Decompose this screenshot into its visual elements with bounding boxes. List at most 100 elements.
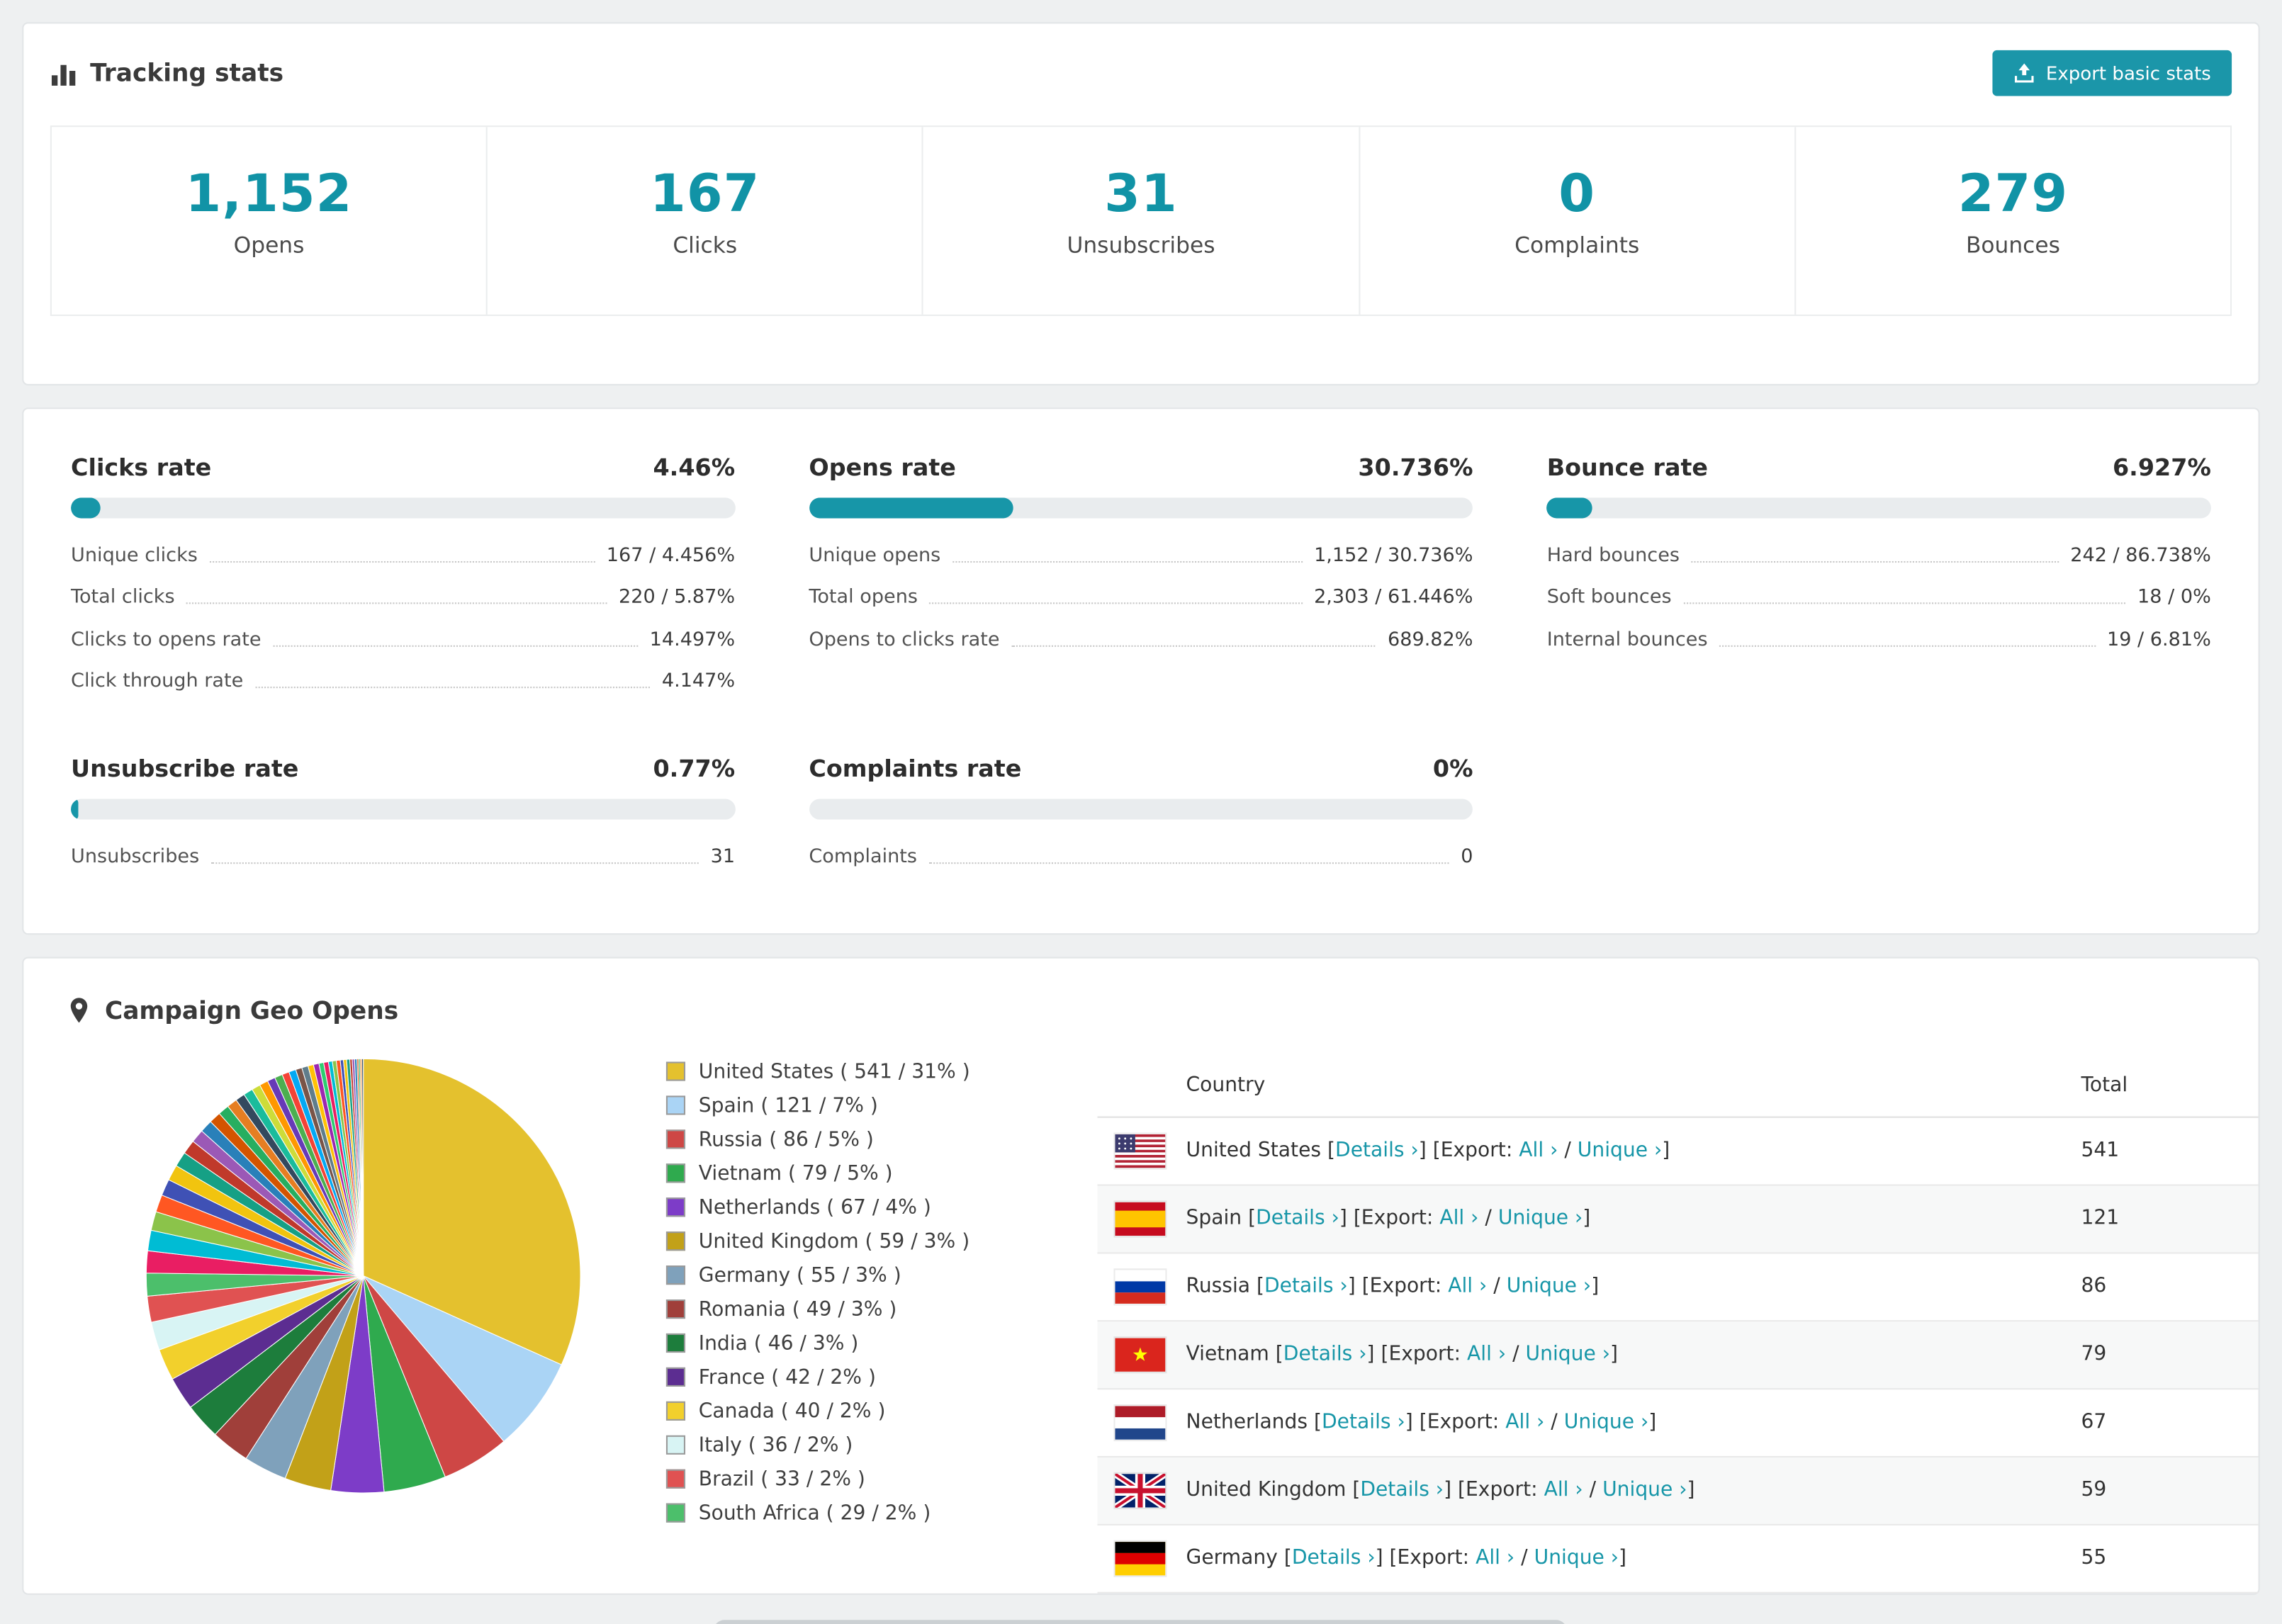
details-link[interactable]: Details › — [1335, 1139, 1419, 1162]
rate-row-label: Unique opens — [809, 543, 941, 567]
dotted-leader — [1691, 560, 2059, 563]
stat-bounces: 279 Bounces — [1796, 127, 2230, 315]
details-link[interactable]: Details › — [1256, 1207, 1339, 1230]
bracket: [ — [1327, 1138, 1336, 1163]
country-name: Spain — [1186, 1206, 1242, 1231]
bracket: ] — [1609, 1342, 1619, 1366]
rate-row: Soft bounces 18 / 0% — [1547, 575, 2211, 617]
dotted-leader — [929, 602, 1303, 604]
details-link[interactable]: Details › — [1283, 1342, 1367, 1365]
bracket: [ — [1256, 1274, 1264, 1298]
bracket: ] — [1339, 1206, 1347, 1231]
horizontal-scrollbar-thumb[interactable] — [713, 1620, 1568, 1624]
rate-row-label: Clicks to opens rate — [71, 628, 262, 651]
legend-label: South Africa ( 29 / 2% ) — [698, 1501, 931, 1525]
export-all-link[interactable]: All › — [1505, 1410, 1544, 1433]
export-all-link[interactable]: All › — [1544, 1478, 1583, 1501]
legend-swatch — [665, 1163, 686, 1183]
rate-row: Hard bounces 242 / 86.738% — [1547, 533, 2211, 575]
dotted-leader — [273, 644, 638, 646]
table-row: Spain [Details ›] [Export: All › / Uniqu… — [1097, 1185, 2259, 1253]
export-unique-link[interactable]: Unique › — [1534, 1546, 1619, 1569]
page: Tracking stats Export basic stats 1,152 O… — [0, 0, 2282, 1624]
export-unique-link[interactable]: Unique › — [1578, 1139, 1662, 1162]
export-unique-link[interactable]: Unique › — [1526, 1342, 1610, 1365]
legend-item: Spain ( 121 / 7% ) — [665, 1093, 1038, 1117]
export-all-link[interactable]: All › — [1476, 1546, 1514, 1569]
legend-item: India ( 46 / 3% ) — [665, 1331, 1038, 1355]
rate-row-label: Unique clicks — [71, 543, 198, 567]
details-link[interactable]: Details › — [1360, 1478, 1444, 1501]
rate-row-value: 14.497% — [649, 628, 736, 651]
rate-row: Unique clicks 167 / 4.456% — [71, 533, 735, 575]
legend-swatch — [665, 1401, 686, 1421]
rate-block-bounce: Bounce rate 6.927% Hard bounces 242 / 86.7… — [1546, 453, 2211, 701]
progress-fill — [1546, 497, 1593, 519]
legend-swatch — [665, 1265, 686, 1285]
pie-legend: United States ( 541 / 31% ) Spain ( 121 … — [665, 1059, 1038, 1535]
export-unique-link[interactable]: Unique › — [1602, 1478, 1687, 1501]
export-icon — [2013, 62, 2035, 84]
export-all-link[interactable]: All › — [1467, 1342, 1506, 1365]
location-pin-icon — [68, 996, 90, 1025]
stat-clicks: 167 Clicks — [488, 127, 924, 315]
export-basic-stats-button[interactable]: Export basic stats — [1992, 50, 2232, 96]
bracket: ] — [1347, 1274, 1356, 1298]
geo-opens-table: Country Total United States [Details ›] … — [1097, 1054, 2259, 1593]
rate-block-clicks: Clicks rate 4.46% Unique clicks 167 / 4.45… — [71, 453, 736, 701]
legend-label: Netherlands ( 67 / 4% ) — [698, 1195, 931, 1219]
legend-item: Russia ( 86 / 5% ) — [665, 1127, 1038, 1151]
dotted-leader — [928, 862, 1449, 864]
export-unique-link[interactable]: Unique › — [1564, 1410, 1648, 1433]
details-link[interactable]: Details › — [1322, 1410, 1405, 1433]
country-name: United Kingdom — [1186, 1478, 1347, 1502]
legend-swatch — [665, 1197, 686, 1217]
bracket: ] — [1619, 1546, 1627, 1570]
rate-block-complaints: Complaints rate 0% Complaints 0 — [809, 755, 1473, 876]
export-all-link[interactable]: All › — [1439, 1207, 1478, 1230]
legend-label: Italy ( 36 / 2% ) — [698, 1433, 853, 1457]
table-row: Vietnam [Details ›] [Export: All › / Uni… — [1097, 1321, 2259, 1389]
rate-value: 0% — [1432, 754, 1473, 783]
rate-row-value: 19 / 6.81% — [2106, 628, 2211, 651]
export-all-link[interactable]: All › — [1519, 1139, 1558, 1162]
rate-row: Click through rate 4.147% — [71, 660, 735, 701]
rate-row: Unique opens 1,152 / 30.736% — [809, 533, 1473, 575]
rate-row-value: 31 — [710, 845, 736, 868]
stat-complaints: 0 Complaints — [1360, 127, 1796, 315]
dotted-leader — [210, 862, 699, 864]
geo-opens-title: Campaign Geo Opens — [104, 996, 399, 1025]
rate-row-value: 18 / 0% — [2137, 586, 2211, 609]
legend-swatch — [665, 1503, 686, 1523]
details-link[interactable]: Details › — [1264, 1275, 1348, 1298]
details-link[interactable]: Details › — [1292, 1546, 1376, 1569]
bracket: ] — [1583, 1206, 1591, 1231]
legend-item: Vietnam ( 79 / 5% ) — [665, 1161, 1038, 1185]
rate-row-label: Total clicks — [71, 586, 175, 609]
stat-value: 0 — [1558, 165, 1596, 225]
export-unique-link[interactable]: Unique › — [1507, 1275, 1591, 1298]
export-prefix: [Export: — [1389, 1546, 1470, 1570]
export-all-link[interactable]: All › — [1448, 1275, 1487, 1298]
bracket: [ — [1314, 1410, 1322, 1434]
table-row: Germany [Details ›] [Export: All › / Uni… — [1097, 1525, 2259, 1593]
rate-row: Unsubscribes 31 — [71, 835, 735, 876]
legend-label: France ( 42 / 2% ) — [698, 1365, 876, 1389]
progress-bar — [71, 497, 736, 519]
slash: / — [1589, 1478, 1597, 1502]
export-prefix: [Export: — [1361, 1274, 1442, 1298]
flag-vietnam-icon — [1115, 1337, 1166, 1371]
slash: / — [1493, 1274, 1500, 1298]
legend-label: Russia ( 86 / 5% ) — [698, 1127, 874, 1151]
tracking-stats-title: Tracking stats — [90, 59, 284, 87]
bracket: ] — [1662, 1138, 1670, 1163]
country-total: 79 — [2081, 1342, 2107, 1366]
flag-russia-icon — [1115, 1269, 1166, 1303]
dotted-leader — [1719, 644, 2096, 646]
rate-row-value: 0 — [1461, 845, 1473, 868]
export-unique-link[interactable]: Unique › — [1498, 1207, 1583, 1230]
geo-opens-pie-chart[interactable] — [142, 1054, 585, 1496]
rate-title: Bounce rate — [1546, 453, 1709, 482]
legend-item: United States ( 541 / 31% ) — [665, 1059, 1038, 1083]
progress-bar — [809, 799, 1473, 820]
